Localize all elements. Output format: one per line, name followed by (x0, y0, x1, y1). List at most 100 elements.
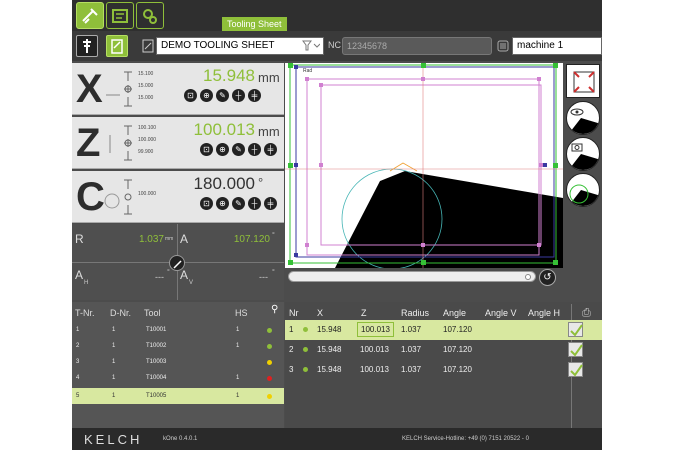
col-tnr: T-Nr. (75, 308, 95, 318)
x-axis-panel: X 15.100 15.000 15.000 15.948 mm ⊡ ⊕ ✎ ┼… (72, 63, 284, 115)
tooling-sheet-select[interactable]: DEMO TOOLING SHEET (156, 37, 324, 55)
av-unit: ° (272, 269, 275, 276)
table-row[interactable]: 1 1 T10001 1 (72, 322, 284, 338)
c-tolerance-values: 100.000 (138, 191, 157, 197)
view-mode-button[interactable] (566, 101, 600, 135)
crosshair-icon[interactable]: ⊕ (216, 197, 229, 210)
table-row[interactable]: 4 1 T10004 1 (72, 370, 284, 386)
status-dot (267, 360, 272, 365)
tool-select-button[interactable] (76, 35, 98, 57)
rotation-icon (104, 193, 120, 209)
eye-icon (568, 108, 599, 134)
version-label: kOne 0.4.0.1 (163, 436, 198, 442)
x-unit: mm (258, 70, 280, 85)
status-dot (303, 347, 308, 352)
barcode-icon[interactable] (497, 40, 509, 52)
r-value: 1.037 (138, 234, 164, 245)
expand-frame-icon (573, 71, 595, 93)
ah-value: --- (155, 272, 164, 282)
nc-label: NC (328, 40, 341, 50)
a-unit: ° (272, 232, 275, 239)
document-icon (112, 8, 128, 23)
machine-select[interactable]: machine 1 (512, 37, 602, 55)
status-dot (267, 328, 272, 333)
checkbox[interactable] (568, 362, 583, 377)
print-icon[interactable]: ⎙ (582, 307, 591, 320)
canvas-tag: Rad (303, 68, 313, 74)
check-icon (570, 344, 583, 357)
x-tolerance-values: 15.100 15.000 15.000 (138, 71, 154, 101)
lock-icon[interactable]: ⊡ (184, 89, 197, 102)
x-direction-arrow-icon (106, 94, 120, 96)
application-window: Tooling Sheet DEMO TOOLING SHEET NC 1234… (72, 0, 602, 450)
z-value: 100.013 (193, 120, 255, 139)
z-unit: mm (258, 124, 280, 139)
col-angle-v: Angle V (485, 308, 517, 318)
slider-handle[interactable] (525, 274, 531, 280)
av-value: --- (259, 272, 268, 282)
frame-view-button[interactable] (566, 64, 600, 98)
pen-icon[interactable] (169, 255, 185, 271)
lock-icon[interactable]: ⊡ (200, 197, 213, 210)
nc-input[interactable]: 12345678 (342, 37, 492, 55)
ruler-icon[interactable]: ┼ (248, 143, 261, 156)
x-axis-letter: X (76, 67, 103, 111)
checkbox[interactable] (568, 342, 583, 357)
status-dot (303, 367, 308, 372)
filter-dropdown-icon[interactable] (302, 40, 320, 52)
x-value: 15.948 (203, 66, 255, 85)
tab-documents[interactable] (106, 2, 134, 29)
table-row[interactable]: 2 1 T10002 1 (72, 338, 284, 354)
measurement-summary: R 1.037 mm A 107.120 ° A H --- ° A V ---… (72, 224, 284, 300)
table-row-selected[interactable]: 1 15.948 100.013 1.037 107.120 (285, 320, 602, 340)
tab-settings[interactable] (136, 2, 164, 29)
contour-button[interactable] (566, 173, 600, 207)
tolerance-icon (124, 125, 132, 161)
ruler-icon[interactable]: ┼ (248, 197, 261, 210)
tool-icon (83, 39, 91, 53)
z-direction-arrow-icon (109, 135, 111, 153)
align-icon[interactable]: ╪ (264, 197, 277, 210)
clipboard-icon (111, 39, 123, 54)
table-row[interactable]: 3 15.948 100.013 1.037 107.120 (285, 360, 602, 380)
search-icon[interactable]: ⚲ (271, 304, 278, 315)
snapshot-button[interactable] (566, 137, 600, 171)
measurement-canvas[interactable]: Rad (285, 63, 563, 270)
tolerance-icon (124, 179, 132, 215)
av-subscript: V (189, 280, 194, 286)
check-icon (570, 364, 583, 377)
pencil-icon[interactable]: ✎ (232, 143, 245, 156)
tooling-sheet-button[interactable] (106, 35, 128, 57)
col-hs: HS (235, 308, 248, 318)
z-tolerance-values: 100.100 100.000 99.900 (138, 125, 157, 155)
hotline-label: KELCH Service-Hotline: +49 (0) 7151 2052… (402, 436, 529, 442)
ruler-icon[interactable]: ┼ (232, 89, 245, 102)
checkbox[interactable] (568, 322, 583, 337)
camera-icon (568, 143, 599, 170)
table-row[interactable]: 2 15.948 100.013 1.037 107.120 (285, 340, 602, 360)
zoom-slider[interactable] (288, 271, 536, 282)
status-dot (267, 394, 272, 399)
tool-holder-icon (82, 7, 98, 24)
check-icon (570, 324, 583, 337)
table-row[interactable]: 3 1 T10003 (72, 354, 284, 370)
z-axis-letter: Z (76, 121, 101, 165)
tolerance-icon (124, 71, 132, 107)
edit-sheet-icon[interactable] (142, 39, 154, 53)
ah-label: A (75, 268, 84, 282)
crosshair-icon[interactable]: ⊕ (200, 89, 213, 102)
pencil-icon[interactable]: ✎ (232, 197, 245, 210)
pencil-icon[interactable]: ✎ (216, 89, 229, 102)
undo-icon[interactable]: ↺ (539, 269, 556, 286)
col-nr: Nr (289, 308, 299, 318)
status-dot (267, 376, 272, 381)
align-icon[interactable]: ╪ (264, 143, 277, 156)
lock-icon[interactable]: ⊡ (200, 143, 213, 156)
c-axis-panel: C 100.000 180.000 ° ⊡ ⊕ ✎ ┼ ╪ (72, 171, 284, 223)
tab-tooling[interactable] (76, 2, 104, 29)
table-row-selected[interactable]: 5 1 T10005 1 (72, 388, 284, 404)
col-z: Z (361, 308, 367, 318)
ah-subscript: H (84, 280, 89, 286)
crosshair-icon[interactable]: ⊕ (216, 143, 229, 156)
align-icon[interactable]: ╪ (248, 89, 261, 102)
